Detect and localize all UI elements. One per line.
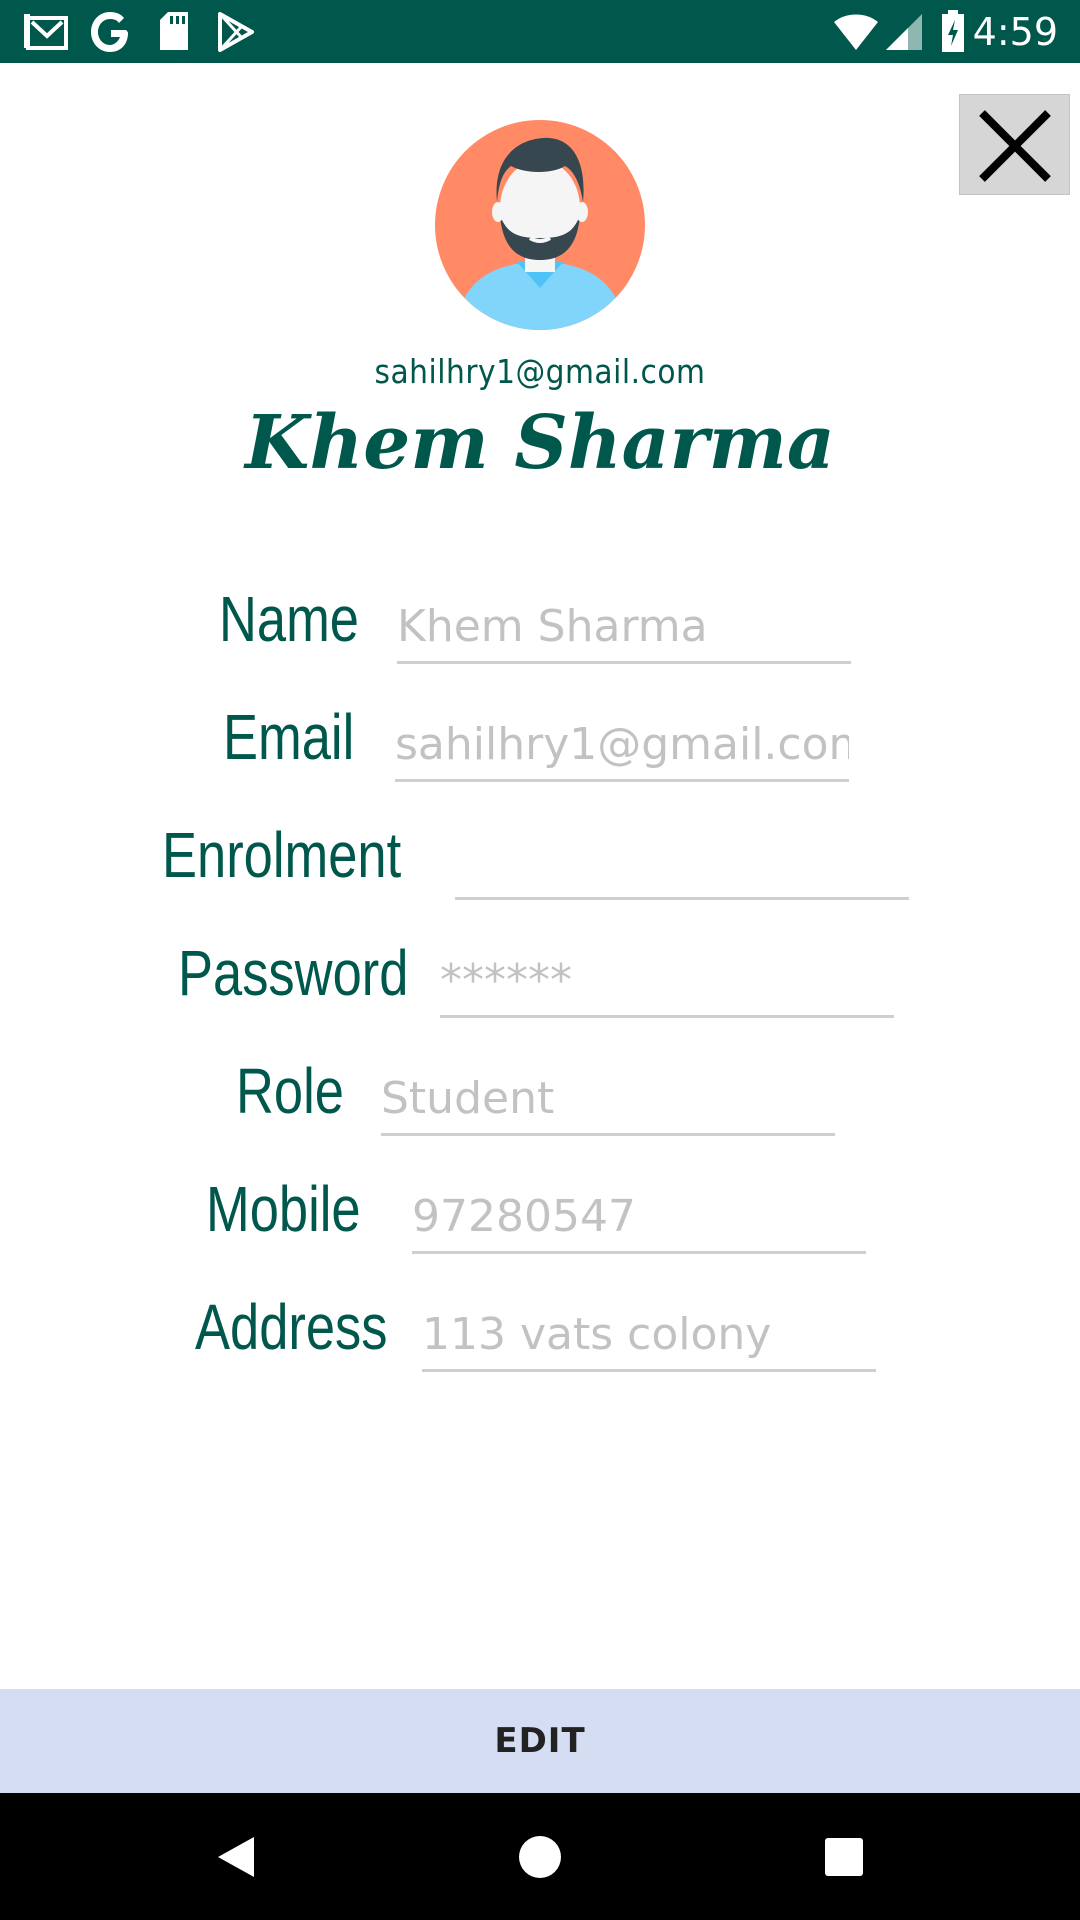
close-icon (979, 110, 1051, 182)
gmail-icon (24, 14, 68, 50)
status-time: 4:59 (972, 10, 1058, 54)
name-label: Name (219, 583, 359, 655)
email-label: Email (223, 701, 355, 773)
close-button[interactable] (959, 94, 1070, 195)
avatar (435, 120, 645, 330)
google-icon (91, 12, 128, 52)
role-field[interactable] (381, 1070, 835, 1136)
role-label: Role (236, 1055, 344, 1127)
password-field[interactable] (440, 952, 894, 1018)
back-icon[interactable] (214, 1833, 258, 1881)
edit-button[interactable]: EDIT (0, 1689, 1080, 1793)
enrolment-field[interactable] (455, 834, 909, 900)
status-bar: 4:59 (0, 0, 1080, 63)
mobile-field[interactable] (412, 1188, 866, 1254)
address-label: Address (195, 1291, 388, 1363)
home-icon[interactable] (518, 1835, 562, 1879)
battery-charging-icon (942, 10, 964, 52)
recents-icon[interactable] (824, 1837, 864, 1877)
mobile-label: Mobile (206, 1173, 361, 1245)
profile-email: sahilhry1@gmail.com (374, 352, 706, 391)
sd-card-icon (160, 12, 188, 50)
profile-name: Khem Sharma (245, 400, 835, 486)
play-store-icon (218, 12, 254, 52)
navigation-bar (0, 1793, 1080, 1920)
name-field[interactable] (397, 598, 851, 664)
password-label: Password (178, 937, 409, 1009)
enrolment-label: Enrolment (162, 819, 402, 891)
signal-icon (886, 14, 922, 50)
address-field[interactable] (422, 1306, 876, 1372)
wifi-icon (834, 14, 878, 50)
email-field[interactable] (395, 716, 849, 782)
